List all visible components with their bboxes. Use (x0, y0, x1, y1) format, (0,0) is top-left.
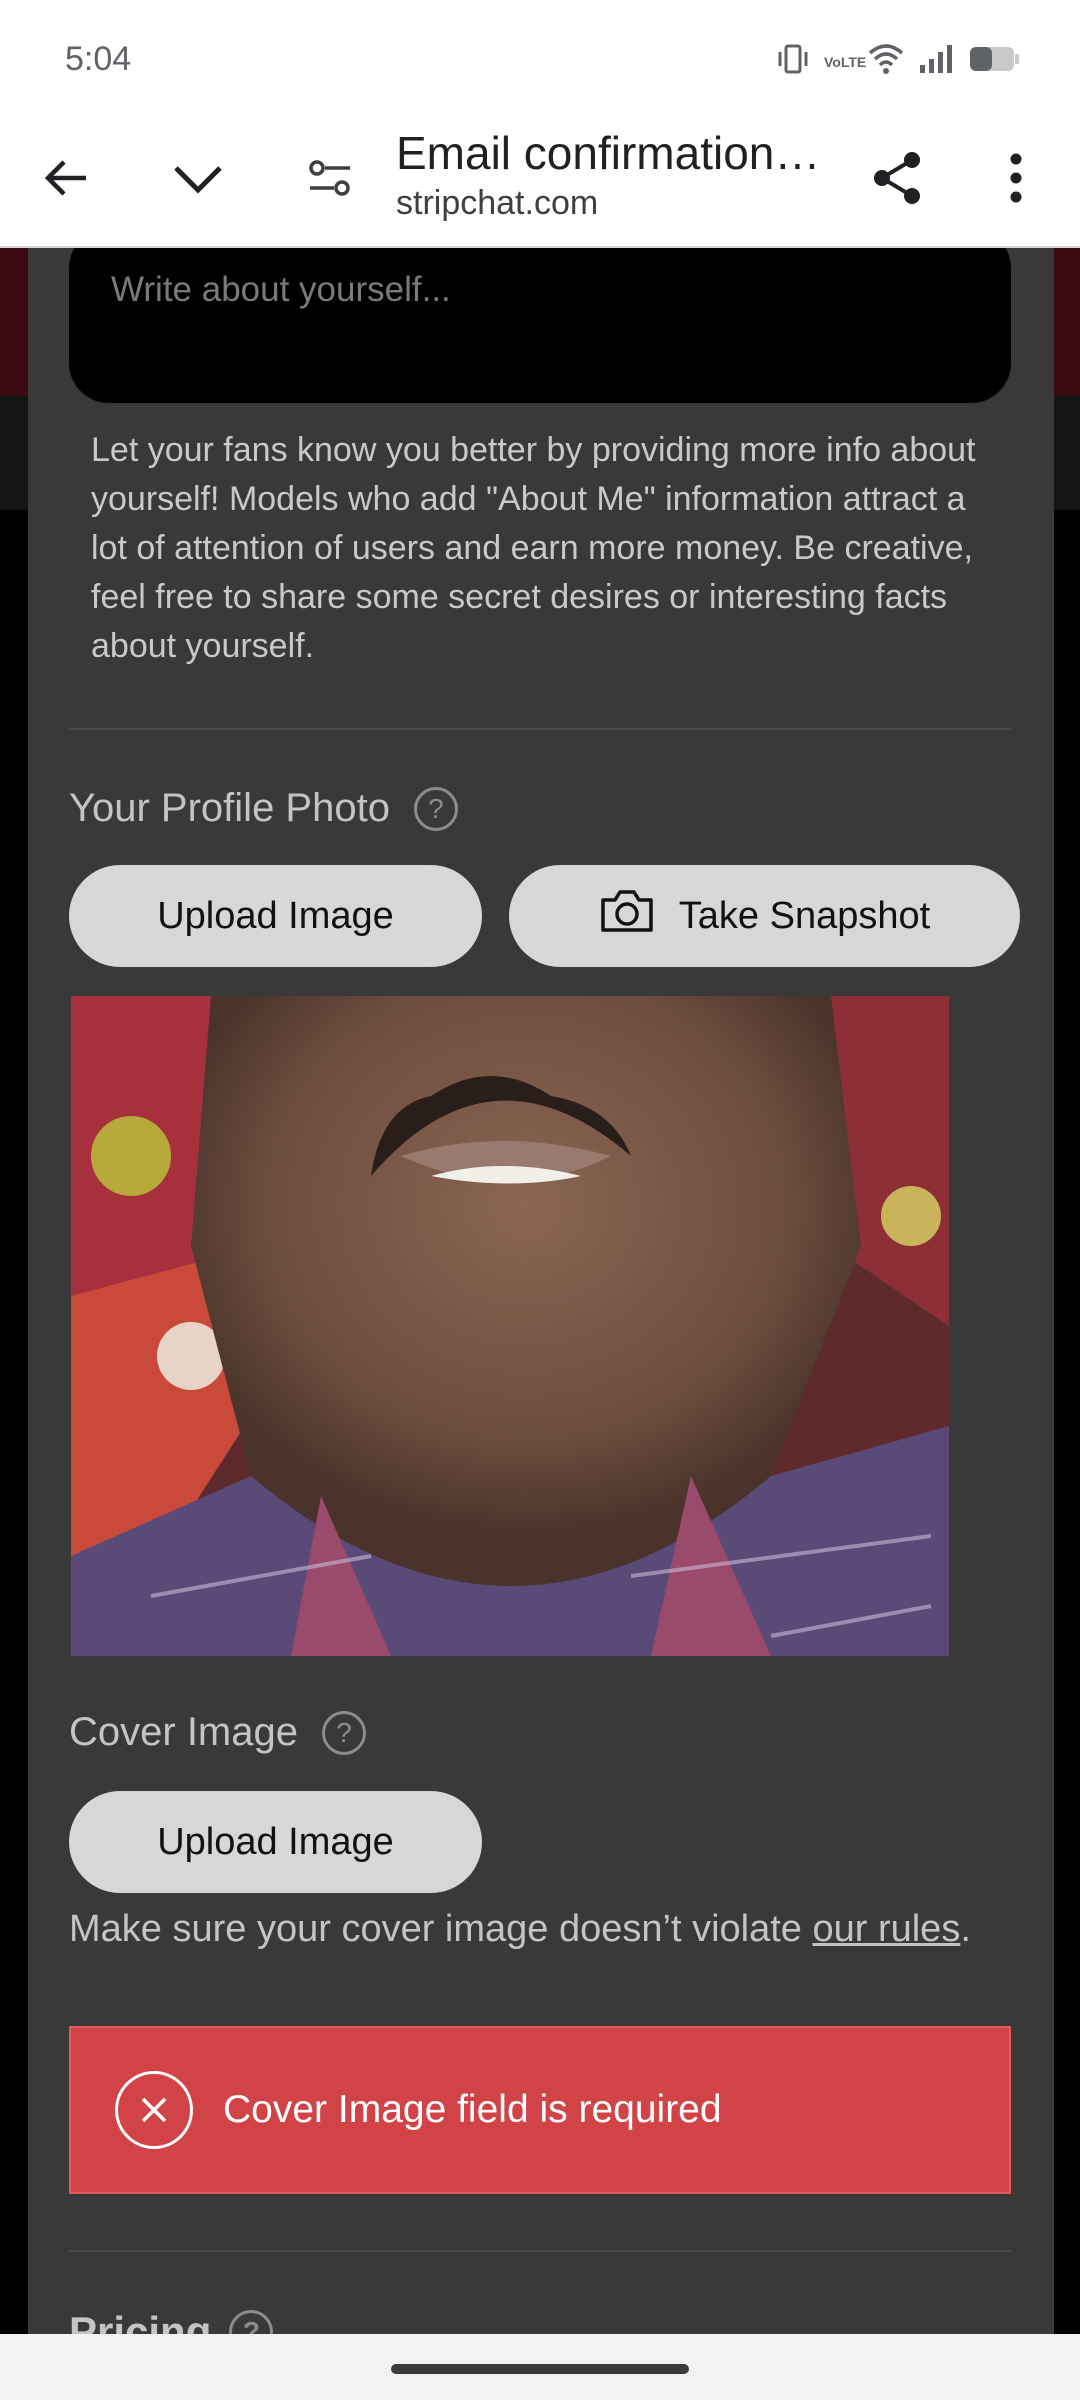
more-vert-icon (1009, 153, 1023, 208)
share-button[interactable] (858, 140, 938, 220)
upload-cover-image-label: Upload Image (157, 1820, 394, 1863)
help-icon[interactable]: ? (229, 2310, 274, 2334)
wifi-icon (868, 43, 904, 80)
upload-profile-image-button[interactable]: Upload Image (69, 865, 482, 967)
page-url[interactable]: stripchat.com (396, 184, 598, 223)
our-rules-link[interactable]: our rules (812, 1908, 960, 1950)
home-gesture-handle[interactable] (391, 2364, 689, 2374)
page-title[interactable]: Email confirmation… (396, 126, 836, 180)
volte-icon: VoLTE (824, 53, 867, 70)
status-bar: 5:04 VoLTE (0, 0, 1080, 112)
system-nav-bar (0, 2334, 1080, 2400)
error-alert: Cover Image field is required (69, 2026, 1011, 2194)
more-options-button[interactable] (976, 140, 1056, 220)
status-time: 5:04 (65, 40, 132, 78)
chevron-down-icon (172, 160, 224, 201)
back-button[interactable] (26, 140, 106, 220)
camera-icon (599, 888, 655, 944)
signal-icon (918, 43, 954, 80)
close-circle-icon (115, 2071, 193, 2149)
status-icons: VoLTE (776, 42, 1020, 81)
divider (69, 728, 1011, 730)
about-me-textarea[interactable]: Write about yourself... (69, 248, 1011, 403)
pricing-label: Pricing ? (69, 2308, 274, 2334)
battery-icon (968, 44, 1020, 79)
about-me-placeholder: Write about yourself... (111, 270, 451, 309)
profile-photo-preview (71, 996, 949, 1656)
share-icon (870, 150, 926, 211)
vibrate-icon (776, 42, 810, 81)
cover-image-note: Make sure your cover image doesn’t viola… (69, 1906, 1019, 1952)
take-snapshot-label: Take Snapshot (678, 894, 931, 937)
cover-note-suffix: . (960, 1908, 971, 1950)
cover-image-label: Cover Image ? (69, 1710, 366, 1755)
tab-overview-button[interactable] (158, 140, 238, 220)
cover-note-text: Make sure your cover image doesn’t viola… (69, 1908, 813, 1950)
divider (69, 2250, 1011, 2252)
profile-modal: Write about yourself... Let your fans kn… (28, 248, 1054, 2334)
about-me-help-text: Let your fans know you better by providi… (91, 431, 976, 665)
browser-toolbar: Email confirmation… stripchat.com (0, 112, 1080, 248)
pricing-label-text: Pricing (69, 2308, 212, 2334)
profile-photo-label-text: Your Profile Photo (69, 786, 390, 830)
take-snapshot-button[interactable]: Take Snapshot (509, 865, 1020, 967)
back-arrow-icon (42, 154, 90, 207)
profile-photo-label: Your Profile Photo ? (69, 786, 458, 831)
upload-profile-image-label: Upload Image (157, 894, 394, 937)
help-icon[interactable]: ? (321, 1710, 366, 1755)
error-message: Cover Image field is required (223, 2088, 722, 2131)
upload-cover-image-button[interactable]: Upload Image (69, 1791, 482, 1893)
site-settings-icon (308, 158, 352, 203)
site-settings-button[interactable] (290, 140, 370, 220)
cover-image-label-text: Cover Image (69, 1710, 298, 1754)
help-icon[interactable]: ? (413, 786, 458, 831)
